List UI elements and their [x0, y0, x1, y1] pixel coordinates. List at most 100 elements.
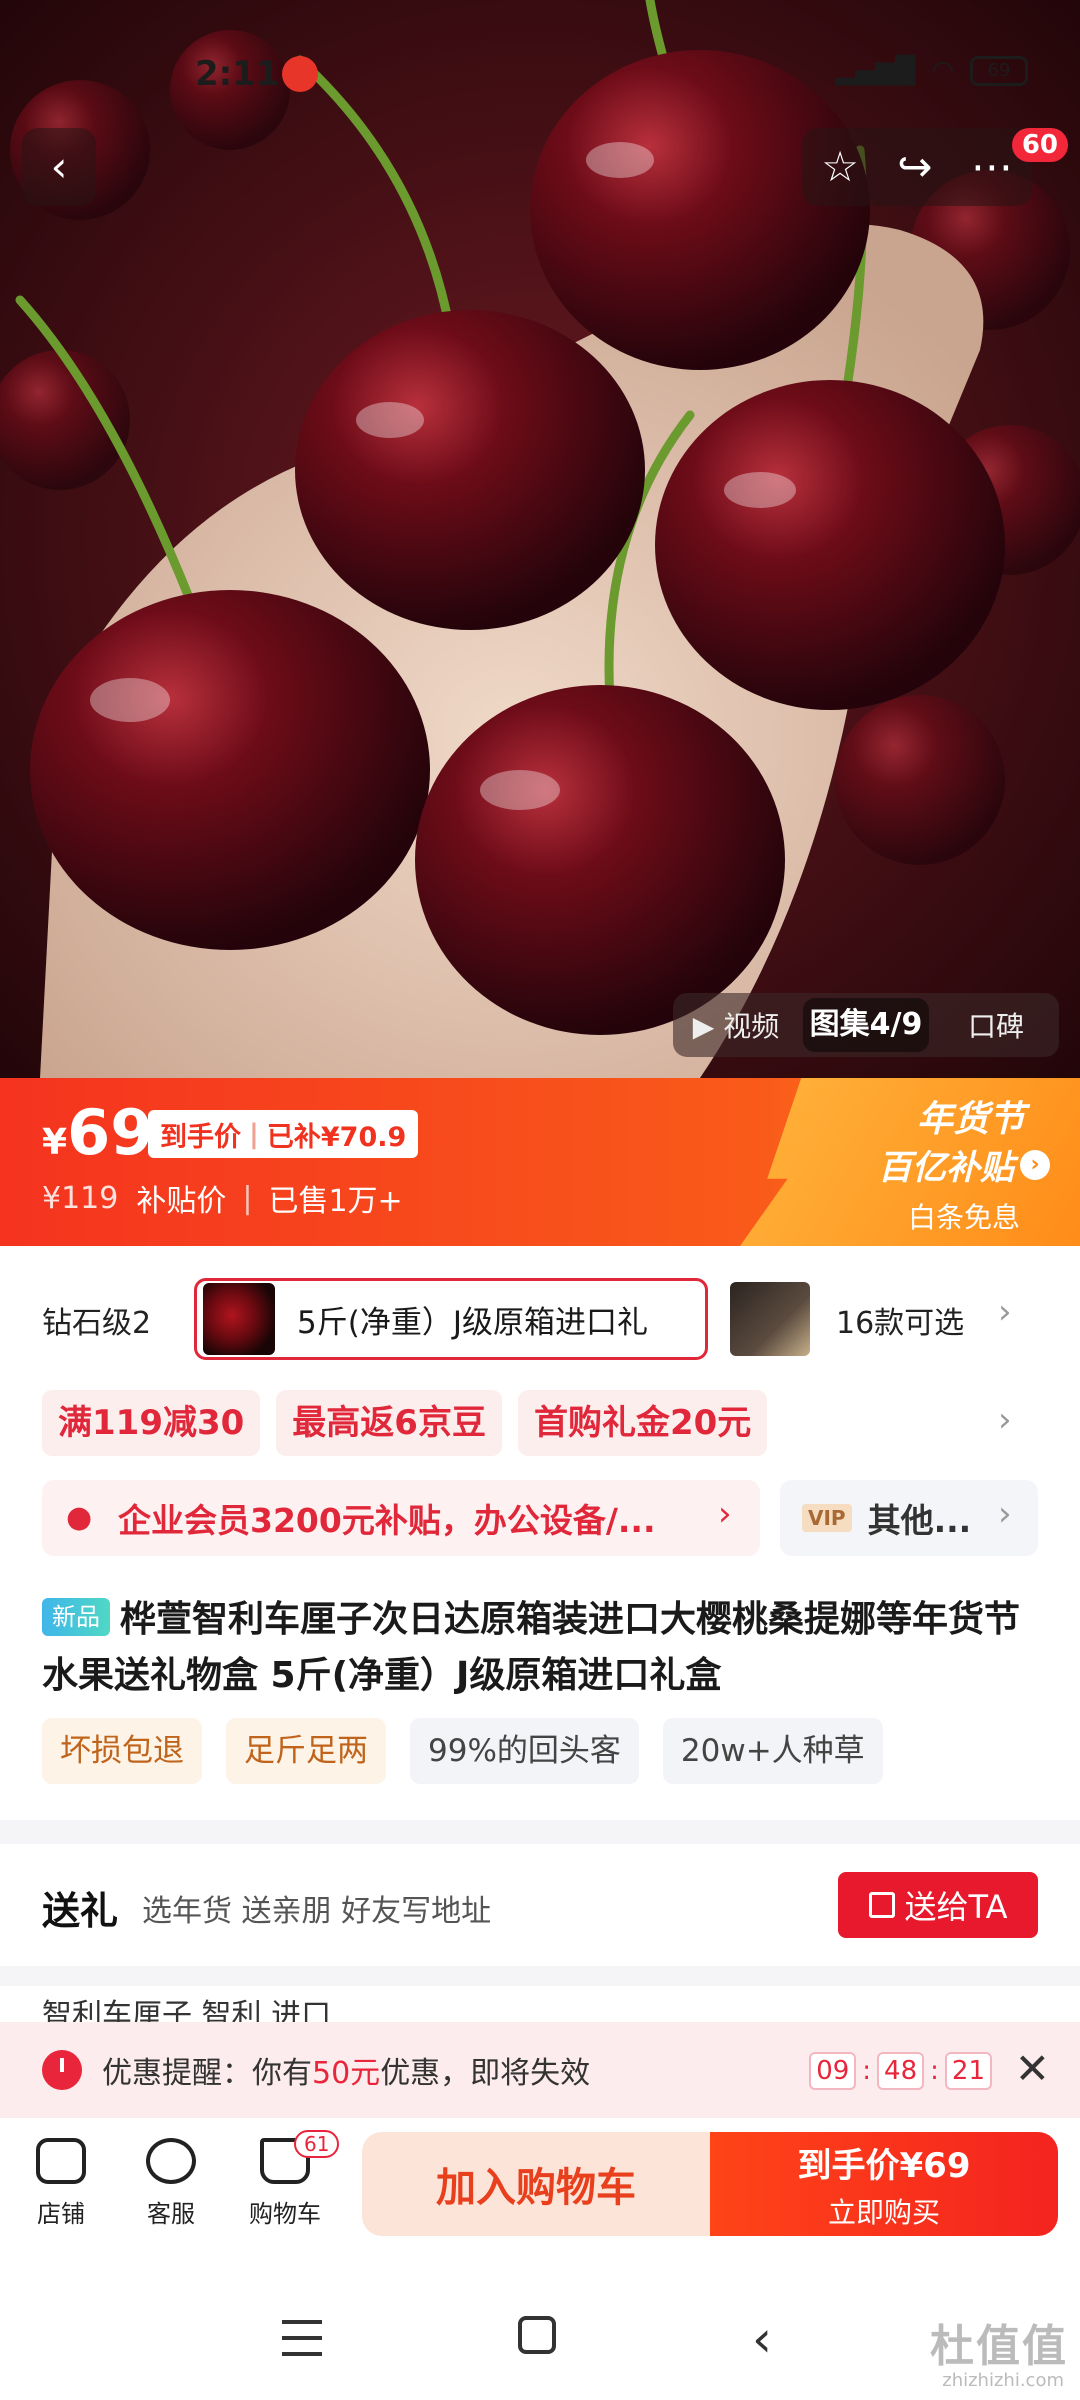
buy-now-label: 立即购买 [827, 2195, 940, 2229]
timer-seconds: 21 [944, 2052, 992, 2090]
original-price: ¥119 [42, 1180, 119, 1216]
status-time: 2:11 [195, 54, 280, 94]
home-icon[interactable] [518, 2316, 556, 2354]
top-actions: ☆ ↪ ⋯ [802, 128, 1032, 206]
coupon-row: 满119减30 最高返6京豆 首购礼金20元 [42, 1390, 768, 1456]
star-icon[interactable]: ☆ [821, 146, 859, 188]
sold-count: 已售1万+ [268, 1184, 403, 1219]
app-notification-icon [282, 56, 318, 92]
message-badge: 60 [1011, 128, 1068, 162]
menu-icon[interactable] [282, 2320, 322, 2356]
tab-video[interactable]: ▶ 视频 [673, 1005, 799, 1045]
festival-subtitle: 百亿补贴 [878, 1148, 1014, 1188]
countdown-timer: 09 : 48 : 21 [809, 2052, 992, 2090]
divider [0, 1820, 1080, 1844]
price-banner: ¥69 到手价 | 已补¥70.9 ¥119 补贴价 | 已售1万+ 年货节 百… [0, 1078, 1080, 1246]
signal-icon: ▂▄▆█ [835, 56, 916, 86]
divider [0, 1966, 1080, 1986]
reminder-text: 优惠提醒：你有50元优惠，即将失效 [102, 2048, 590, 2092]
product-title: 新品 桦萱智利车厘子次日达原箱装进口大樱桃桑提娜等年货节水果送礼物盒 5斤(净重）… [42, 1592, 1042, 1704]
back-button[interactable]: ‹ [22, 128, 96, 206]
coupon-item[interactable]: 满119减30 [42, 1390, 261, 1456]
spec-selected-label: 5斤(净重）J级原箱进口礼 [297, 1304, 648, 1341]
buy-now-button[interactable]: 到手价¥69 立即购买 [710, 2132, 1058, 2236]
watermark-url: zhizhizhi.com [942, 2370, 1064, 2391]
shop-button[interactable]: 店铺 [16, 2138, 106, 2229]
chevron-right-icon: › [1020, 1149, 1050, 1180]
tag-item[interactable]: 坏损包退 [42, 1718, 202, 1784]
timer-colon: : [862, 2056, 872, 2086]
tab-video-label: 视频 [723, 1010, 780, 1043]
product-image-carousel[interactable]: 2:11 ▂▄▆█ ◠ 69 ‹ ☆ ↪ ⋯ 60 ▶ 视频 图集4/9 口碑 [0, 0, 1080, 1078]
gift-row: 送礼 选年货 送亲朋 好友写地址 送给TA [0, 1844, 1080, 1966]
service-icon [146, 2138, 196, 2184]
product-title-text: 桦萱智利车厘子次日达原箱装进口大樱桃桑提娜等年货节水果送礼物盒 5斤(净重）J级… [42, 1599, 1021, 1696]
discount-reminder[interactable]: 优惠提醒：你有50元优惠，即将失效 09 : 48 : 21 ✕ [0, 2022, 1080, 2118]
shop-label: 店铺 [37, 2200, 85, 2228]
spec-thumbnail [203, 1283, 275, 1355]
festival-subsidy-link[interactable]: 百亿补贴 › [878, 1140, 1050, 1189]
timer-minutes: 48 [877, 2052, 925, 2090]
tag-item[interactable]: 99%的回头客 [410, 1718, 639, 1784]
product-page: 2:11 ▂▄▆█ ◠ 69 ‹ ☆ ↪ ⋯ 60 ▶ 视频 图集4/9 口碑 … [0, 0, 1080, 2400]
shop-icon [36, 2138, 86, 2184]
reminder-amount: 50元 [312, 2056, 381, 2091]
spec-selector: 钻石级2 5斤(净重）J级原箱进口礼 16款可选 › [0, 1278, 1080, 1360]
tab-gallery[interactable]: 图集4/9 [803, 998, 929, 1052]
back-icon[interactable]: ‹ [752, 2314, 772, 2364]
gift-icon [868, 1892, 895, 1918]
chevron-right-icon[interactable]: › [998, 1400, 1012, 1440]
final-price-label: 到手价 [160, 1121, 241, 1153]
reminder-prefix: 优惠提醒：你有 [102, 2056, 312, 2091]
chevron-right-icon: › [998, 1494, 1012, 1534]
coupon-item[interactable]: 首购礼金20元 [517, 1390, 768, 1456]
tag-item[interactable]: 20w+人种草 [662, 1718, 883, 1784]
send-gift-label: 送给TA [904, 1888, 1008, 1926]
spec-option-selected[interactable]: 5斤(净重）J级原箱进口礼 [194, 1278, 708, 1360]
vip-icon: VIP [802, 1504, 852, 1532]
member-text: 企业会员3200元补贴，办公设备/... [118, 1501, 656, 1540]
price-value: 69 [67, 1096, 154, 1169]
timer-colon: : [930, 2056, 939, 2086]
status-icons: ▂▄▆█ ◠ 69 [835, 56, 1028, 86]
share-icon[interactable]: ↪ [897, 146, 932, 188]
price-sub-row: ¥119 补贴价 | 已售1万+ [42, 1176, 403, 1220]
tag-divider: | [249, 1118, 259, 1150]
cart-label: 购物车 [249, 2200, 321, 2228]
add-to-cart-button[interactable]: 加入购物车 [362, 2132, 710, 2236]
more-icon[interactable]: ⋯ [971, 146, 1013, 188]
battery-icon: 69 [970, 56, 1028, 86]
person-icon: ● [66, 1500, 93, 1535]
gift-subtitle: 选年货 送亲朋 好友写地址 [142, 1894, 492, 1929]
service-label: 客服 [147, 2200, 195, 2228]
status-bar: 2:11 ▂▄▆█ ◠ 69 [0, 40, 1080, 110]
buy-price-label: 到手价¥69 [797, 2145, 971, 2186]
service-tags: 坏损包退 足斤足两 99%的回头客 20w+人种草 [42, 1718, 883, 1784]
other-benefits-label: 其他... [867, 1501, 972, 1540]
service-button[interactable]: 客服 [126, 2138, 216, 2229]
timer-hours: 09 [809, 2052, 857, 2090]
add-to-cart-label: 加入购物车 [436, 2165, 636, 2211]
spec-count[interactable]: 16款可选 [836, 1298, 964, 1342]
festival-note: 白条免息 [907, 1201, 1020, 1234]
tag-item[interactable]: 足斤足两 [226, 1718, 386, 1784]
new-badge: 新品 [42, 1598, 110, 1636]
chevron-left-icon: ‹ [50, 142, 68, 191]
close-icon[interactable]: ✕ [1015, 2044, 1050, 2093]
media-tabs: ▶ 视频 图集4/9 口碑 [673, 993, 1059, 1057]
bottom-action-bar: 店铺 客服 61 购物车 加入购物车 到手价¥69 立即购买 [0, 2118, 1080, 2248]
enterprise-member-banner[interactable]: ● 企业会员3200元补贴，办公设备/... [42, 1480, 760, 1556]
send-gift-button[interactable]: 送给TA [838, 1872, 1038, 1938]
tab-reviews[interactable]: 口碑 [933, 1005, 1059, 1045]
reminder-suffix: 优惠，即将失效 [380, 2056, 591, 2091]
subsidy-price-label: 补贴价 [136, 1184, 227, 1219]
coupon-item[interactable]: 最高返6京豆 [276, 1390, 502, 1456]
currency-symbol: ¥ [42, 1122, 68, 1163]
spec-option-thumbnail[interactable] [730, 1282, 810, 1356]
price-main: ¥69 [42, 1096, 153, 1169]
cart-button[interactable]: 61 购物车 [240, 2130, 340, 2229]
spec-option-prev[interactable]: 钻石级2 [42, 1298, 151, 1342]
clock-icon [42, 2050, 82, 2090]
wifi-icon: ◠ [931, 56, 954, 86]
chevron-right-icon[interactable]: › [998, 1292, 1012, 1332]
